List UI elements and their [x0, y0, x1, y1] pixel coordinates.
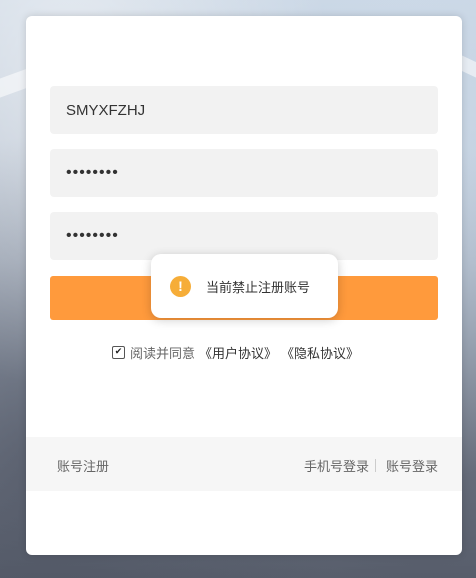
agreement-checkbox[interactable]: ✔ [112, 346, 125, 359]
phone-login-link[interactable]: 手机号登录 [304, 456, 369, 475]
register-link[interactable]: 账号注册 [57, 456, 109, 475]
warning-icon: ! [170, 275, 191, 297]
divider [374, 459, 376, 472]
toast-message: ! 当前禁止注册账号 [151, 254, 338, 318]
user-agreement-link[interactable]: 《用户协议》 [199, 343, 277, 362]
login-switch: 手机号登录 账号登录 [304, 456, 438, 475]
agreement-text: 阅读并同意 [130, 347, 196, 362]
account-login-link[interactable]: 账号登录 [386, 456, 438, 475]
password-input[interactable] [50, 149, 438, 197]
agreement-row: ✔ 阅读并同意 《用户协议》 《隐私协议》 [112, 343, 359, 362]
toast-text: 当前禁止注册账号 [206, 280, 311, 296]
username-input[interactable] [50, 86, 438, 134]
privacy-agreement-link[interactable]: 《隐私协议》 [281, 343, 359, 362]
card-footer: 账号注册 手机号登录 账号登录 [26, 437, 462, 491]
confirm-password-input[interactable] [50, 212, 438, 260]
